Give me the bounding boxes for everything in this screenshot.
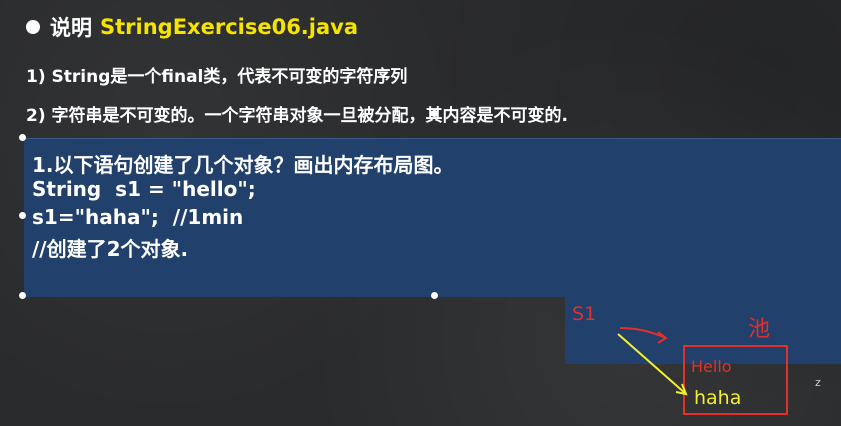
resize-handle-bottom-center[interactable]: [431, 292, 438, 299]
memory-sketch: S1 池 Hello haha: [572, 303, 788, 415]
point-1: 1) String是一个final类，代表不可变的字符序列: [26, 67, 408, 87]
point-2: 2) 字符串是不可变的。一个字符串对象一旦被分配，其内容是不可变的.: [26, 106, 568, 126]
resize-handle-top-center[interactable]: [431, 110, 438, 117]
resize-handle-middle-left[interactable]: [19, 212, 26, 219]
value-haha: haha: [694, 387, 741, 409]
pool-label: 池: [748, 317, 770, 342]
value-hello: Hello: [691, 357, 732, 376]
slide-heading: 说明 StringExercise06.java: [26, 10, 358, 44]
textbox-line-1: 1.以下语句创建了几个对象？画出内存布局图。: [32, 153, 454, 177]
resize-handle-bottom-left[interactable]: [19, 292, 26, 299]
pointer-red-arrowhead: [657, 331, 668, 344]
corner-mark: z: [815, 376, 821, 389]
label-s1: S1: [572, 303, 596, 325]
pointer-yellow-line: [617, 333, 687, 395]
selected-textbox[interactable]: 1.以下语句创建了几个对象？画出内存布局图。 String s1 = "hell…: [24, 138, 841, 297]
textbox-line-3: s1="haha"; //1min: [32, 205, 244, 229]
heading-label: 说明: [50, 16, 92, 40]
bullet-icon: [26, 20, 40, 34]
textbox-line-4: //创建了2个对象.: [32, 237, 189, 261]
resize-handle-top-left[interactable]: [19, 134, 26, 141]
heading-title: StringExercise06.java: [100, 15, 359, 39]
textbox-line-2: String s1 = "hello";: [32, 177, 256, 201]
